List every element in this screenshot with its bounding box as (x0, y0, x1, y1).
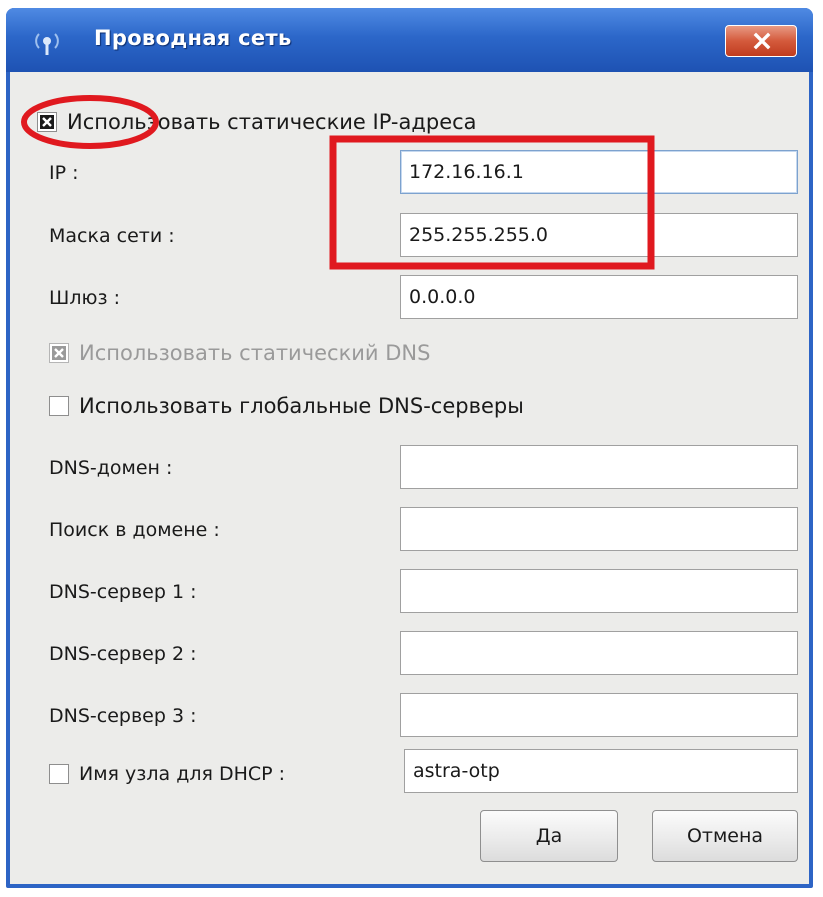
static-dns-checkbox (49, 343, 69, 363)
global-dns-label: Использовать глобальные DNS-серверы (79, 394, 524, 418)
cancel-button[interactable]: Отмена (652, 810, 798, 862)
title-bar[interactable]: Проводная сеть (6, 8, 813, 72)
dhcp-hostname-input[interactable] (404, 749, 798, 793)
gateway-input[interactable] (400, 275, 798, 319)
close-button[interactable] (725, 25, 797, 57)
static-ip-checkbox[interactable] (37, 112, 57, 132)
check-x-icon (54, 348, 64, 358)
search-domain-input[interactable] (400, 507, 798, 551)
ok-button[interactable]: Да (480, 810, 618, 862)
static-ip-label: Использовать статические IP-адреса (67, 110, 477, 134)
close-icon (753, 32, 771, 50)
ip-input[interactable] (400, 150, 798, 194)
wired-network-dialog: Проводная сеть Использовать статические … (6, 8, 813, 888)
dns-domain-input[interactable] (400, 445, 798, 489)
dns-server-3-label: DNS-сервер 3 : (49, 705, 197, 727)
check-x-icon (42, 117, 52, 127)
netmask-label: Маска сети : (49, 225, 175, 247)
network-antenna-icon (34, 30, 60, 56)
dns-domain-label: DNS-домен : (49, 457, 173, 479)
global-dns-checkbox[interactable] (49, 396, 69, 416)
dns-server-3-input[interactable] (400, 693, 798, 737)
window-title: Проводная сеть (94, 26, 292, 50)
static-ip-row[interactable]: Использовать статические IP-адреса (37, 109, 477, 135)
dns-server-2-label: DNS-сервер 2 : (49, 643, 197, 665)
dhcp-hostname-row[interactable]: Имя узла для DHCP : (49, 761, 285, 787)
gateway-label: Шлюз : (49, 287, 120, 309)
static-dns-label: Использовать статический DNS (79, 341, 431, 365)
dns-server-1-input[interactable] (400, 569, 798, 613)
netmask-input[interactable] (400, 213, 798, 257)
global-dns-row[interactable]: Использовать глобальные DNS-серверы (49, 393, 524, 419)
ip-label: IP : (49, 162, 79, 184)
dhcp-hostname-checkbox[interactable] (49, 764, 69, 784)
dhcp-hostname-label: Имя узла для DHCP : (79, 763, 286, 785)
dns-server-2-input[interactable] (400, 631, 798, 675)
static-dns-row: Использовать статический DNS (49, 340, 430, 366)
dialog-content: Использовать статические IP-адреса IP : … (10, 72, 809, 884)
dns-server-1-label: DNS-сервер 1 : (49, 581, 197, 603)
search-domain-label: Поиск в домене : (49, 519, 220, 541)
